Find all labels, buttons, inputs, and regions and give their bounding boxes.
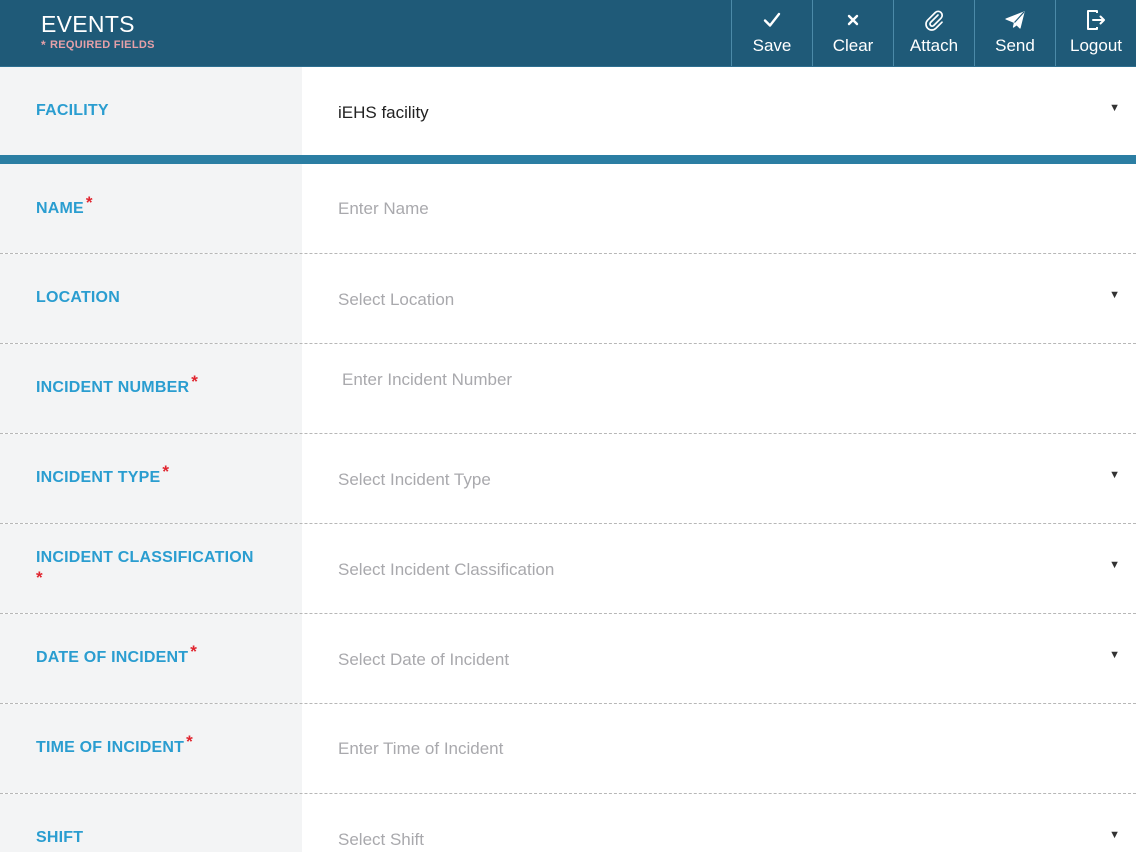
shift-placeholder: Select Shift <box>338 830 424 849</box>
shift-row: SHIFT Select Shift ▼ <box>0 794 1136 852</box>
time-of-incident-label-cell: TIME OF INCIDENT * <box>0 704 302 793</box>
incident-number-input[interactable]: Enter Incident Number <box>302 344 1136 433</box>
send-button[interactable]: Send <box>974 0 1055 66</box>
required-star: * <box>36 568 43 587</box>
required-star: * <box>162 462 170 481</box>
name-placeholder: Enter Name <box>338 199 429 218</box>
time-of-incident-label-text: TIME OF INCIDENT <box>36 739 185 756</box>
clear-button[interactable]: Clear <box>812 0 893 66</box>
required-star: * <box>85 193 93 212</box>
close-icon <box>845 8 861 32</box>
section-divider <box>0 155 1136 164</box>
required-fields-note: * REQUIRED FIELDS <box>41 38 155 52</box>
incident-number-placeholder: Enter Incident Number <box>342 370 513 389</box>
location-label-cell: LOCATION <box>0 254 302 343</box>
name-input[interactable]: Enter Name <box>302 164 1136 253</box>
required-star: * <box>41 38 46 52</box>
location-placeholder: Select Location <box>338 290 455 309</box>
incident-type-placeholder: Select Incident Type <box>338 470 491 489</box>
incident-classification-label-cell: INCIDENT CLASSIFICATION * <box>0 524 302 613</box>
date-of-incident-label-text: DATE OF INCIDENT <box>36 649 189 666</box>
incident-type-label-text: INCIDENT TYPE <box>36 469 161 486</box>
time-of-incident-input[interactable]: Enter Time of Incident <box>302 704 1136 793</box>
shift-label-cell: SHIFT <box>0 794 302 852</box>
required-fields-label: REQUIRED FIELDS <box>49 39 155 51</box>
required-star: * <box>186 732 193 751</box>
save-label: Save <box>752 36 792 55</box>
location-label: LOCATION <box>36 289 120 306</box>
logout-label: Logout <box>1070 36 1122 55</box>
name-label-text: NAME <box>36 200 84 217</box>
incident-type-select[interactable]: Select Incident Type ▼ <box>302 434 1136 523</box>
incident-type-label-cell: INCIDENT TYPE * <box>0 434 302 523</box>
paper-plane-icon <box>1004 8 1026 32</box>
location-row: LOCATION Select Location ▼ <box>0 254 1136 343</box>
app-header: EVENTS * REQUIRED FIELDS Save Clear Atta… <box>0 0 1136 67</box>
date-of-incident-select[interactable]: Select Date of Incident ▼ <box>302 614 1136 703</box>
logout-icon <box>1085 8 1107 32</box>
shift-select[interactable]: Select Shift ▼ <box>302 794 1136 852</box>
toolbar: Save Clear Attach Send Logout <box>731 0 1136 66</box>
chevron-down-icon: ▼ <box>1109 102 1120 114</box>
incident-classification-select[interactable]: Select Incident Classification ▼ <box>302 524 1136 613</box>
chevron-down-icon: ▼ <box>1109 559 1120 571</box>
facility-row: FACILITY iEHS facility ▼ <box>0 67 1136 155</box>
name-label-cell: NAME * <box>0 164 302 253</box>
incident-classification-label: INCIDENT CLASSIFICATION <box>36 549 254 566</box>
save-button[interactable]: Save <box>731 0 812 66</box>
shift-label: SHIFT <box>36 829 84 846</box>
clear-label: Clear <box>832 36 874 55</box>
location-select[interactable]: Select Location ▼ <box>302 254 1136 343</box>
required-star: * <box>191 372 199 391</box>
time-of-incident-row: TIME OF INCIDENT * Enter Time of Incident <box>0 704 1136 793</box>
chevron-down-icon: ▼ <box>1109 289 1120 301</box>
required-star: * <box>190 642 198 661</box>
name-label: NAME * <box>36 193 93 219</box>
paperclip-icon <box>923 8 945 32</box>
time-of-incident-label: TIME OF INCIDENT * <box>36 732 193 758</box>
name-row: NAME * Enter Name <box>0 164 1136 253</box>
incident-type-label: INCIDENT TYPE * <box>36 462 169 488</box>
incident-number-label-text: INCIDENT NUMBER <box>36 379 190 396</box>
date-of-incident-label-cell: DATE OF INCIDENT * <box>0 614 302 703</box>
chevron-down-icon: ▼ <box>1109 649 1120 661</box>
incident-number-label-cell: INCIDENT NUMBER * <box>0 344 302 433</box>
logout-button[interactable]: Logout <box>1055 0 1136 66</box>
date-of-incident-row: DATE OF INCIDENT * Select Date of Inciden… <box>0 614 1136 703</box>
incident-number-label: INCIDENT NUMBER * <box>36 372 198 398</box>
send-label: Send <box>995 36 1035 55</box>
incident-classification-placeholder: Select Incident Classification <box>338 560 555 579</box>
incident-number-row: INCIDENT NUMBER * Enter Incident Number <box>0 344 1136 433</box>
attach-label: Attach <box>909 36 959 55</box>
page-title: EVENTS <box>41 11 135 37</box>
facility-select[interactable]: iEHS facility ▼ <box>302 67 1136 155</box>
time-of-incident-placeholder: Enter Time of Incident <box>338 739 504 758</box>
facility-value: iEHS facility <box>338 103 429 122</box>
incident-type-row: INCIDENT TYPE * Select Incident Type ▼ <box>0 434 1136 523</box>
chevron-down-icon: ▼ <box>1109 469 1120 481</box>
attach-button[interactable]: Attach <box>893 0 974 66</box>
incident-classification-row: INCIDENT CLASSIFICATION * Select Inciden… <box>0 524 1136 613</box>
date-of-incident-placeholder: Select Date of Incident <box>338 650 510 669</box>
date-of-incident-label: DATE OF INCIDENT * <box>36 642 197 668</box>
facility-label: FACILITY <box>36 102 109 119</box>
facility-label-cell: FACILITY <box>0 67 302 155</box>
chevron-down-icon: ▼ <box>1109 829 1120 841</box>
check-icon <box>762 8 782 32</box>
